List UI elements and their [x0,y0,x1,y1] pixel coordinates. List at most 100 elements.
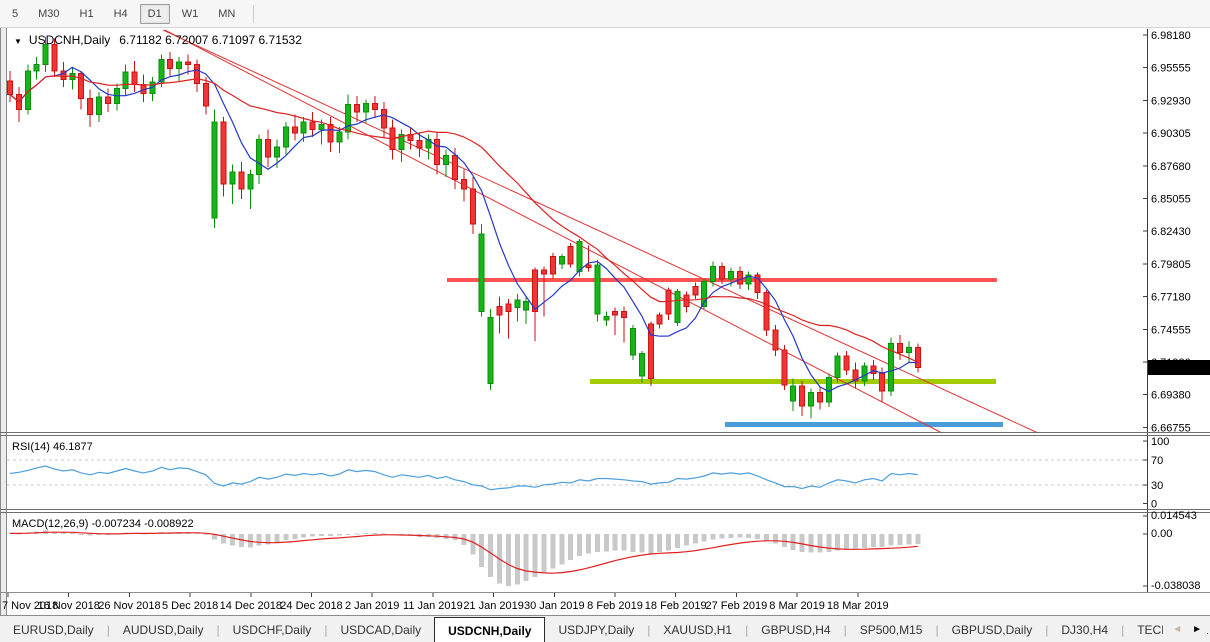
date-tick-label: 2 Jan 2019 [345,600,399,612]
macd-histogram-bar [488,534,494,577]
macd-histogram-bar [861,534,867,548]
macd-histogram-bar [87,534,93,536]
tab-usdchf-daily[interactable]: USDCHF,Daily [220,616,325,642]
tab-gbpusd-h4[interactable]: GBPUSD,H4 [748,616,843,642]
chart-title: ▼ USDCNH,Daily 6.71182 6.72007 6.71097 6.7… [14,33,302,47]
tab-gbpusd-daily[interactable]: GBPUSD,Daily [939,616,1046,642]
candle [834,352,841,383]
chart-tab-bar: EURUSD,Daily | AUDUSD,Daily | USDCHF,Daily | U… [0,615,1210,642]
macd-histogram-bar [844,534,850,550]
macd-histogram-bar [897,534,903,546]
macd-histogram-bar [577,534,583,557]
current-price-badge: 6.71532 [1148,360,1210,375]
tab-dj30-h4[interactable]: DJ30,H4 [1048,616,1121,642]
macd-histogram-bar [301,534,307,538]
toolbar-separator [253,4,255,23]
macd-histogram-bar [701,534,707,542]
tab-eurusd-daily[interactable]: EURUSD,Daily [0,616,107,642]
candle [158,54,165,88]
date-tick-label: 5 Dec 2018 [162,600,218,612]
candle [487,308,494,390]
macd-histogram-bar [675,534,680,548]
macd-histogram-bar [363,532,369,534]
window-left-chrome [0,28,7,615]
macd-histogram-bar [781,534,787,548]
tab-xauusd-h1[interactable]: XAUUSD,H1 [650,616,745,642]
timeframe-button-mn[interactable]: MN [210,4,243,24]
macd-histogram-bar [737,534,743,538]
collapse-icon[interactable]: ▼ [14,37,22,46]
macd-histogram-bar [755,534,761,539]
rsi-tick-label: 100 [1151,436,1169,448]
tab-usdcnh-daily[interactable]: USDCNH,Daily [434,617,546,642]
macd-histogram-bar [345,534,351,535]
macd-histogram-bar [532,534,538,577]
tab-scroll-right-icon[interactable]: ► [1187,624,1207,635]
macd-tick-label: -0.038038 [1151,580,1201,592]
date-tick-label: 27 Feb 2019 [706,600,768,612]
macd-histogram-bar [310,534,316,537]
chart-symbol-period: USDCNH,Daily [29,33,110,47]
tab-sp500-m15[interactable]: SP500,M15 [847,616,936,642]
macd-histogram-bar [799,534,805,552]
macd-histogram-bar [621,534,627,551]
macd-histogram-bar [657,534,663,552]
rsi-label: RSI(14) 46.1877 [12,441,93,453]
macd-histogram-bar [354,533,360,535]
macd-histogram-bar [230,534,235,546]
macd-histogram-bar [808,534,814,553]
timeframe-button-h1[interactable]: H1 [72,4,102,24]
macd-tick-label: 0.00 [1151,528,1172,540]
macd-histogram-bar [746,534,752,538]
macd-histogram-bar [568,534,574,561]
timeframe-button-m30[interactable]: M30 [30,4,67,24]
timeframe-button-5[interactable]: 5 [4,4,26,24]
tab-scroll-nav: ◄ ► [1163,616,1207,642]
macd-histogram-bar [283,534,289,541]
candle [674,288,681,327]
macd-histogram-bar [692,534,698,544]
macd-label: MACD(12,26,9) -0.007234 -0.008922 [12,518,194,530]
price-tick-label: 6.87680 [1151,161,1191,173]
tab-usdcad-daily[interactable]: USDCAD,Daily [327,616,434,642]
macd-histogram-bar [559,534,565,565]
macd-histogram-bar [372,532,378,534]
tab-usdjpy-daily[interactable]: USDJPY,Daily [545,616,647,642]
current-price-value: 6.71532 [1151,363,1191,375]
candle [781,344,788,390]
price-tick-label: 6.90305 [1151,128,1191,140]
price-tick-label: 6.66755 [1151,422,1191,434]
macd-histogram-bar [594,534,600,552]
timeframe-button-d1[interactable]: D1 [139,3,170,24]
chart-canvas[interactable]: 6.98180 6.95555 6.92930 6.90305 6.87680 6.850… [0,28,1210,615]
macd-histogram-bar [586,534,591,554]
rsi-tick-label: 0 [1151,499,1157,511]
macd-histogram-bar [879,534,885,548]
candle [478,224,485,317]
macd-histogram-bar [764,534,769,541]
macd-histogram-bar [683,534,689,546]
candle [630,325,636,360]
price-tick-label: 6.79805 [1151,259,1191,271]
macd-histogram-bar [835,534,841,551]
timeframe-button-h4[interactable]: H4 [106,4,136,24]
date-tick-label: 18 Mar 2019 [827,600,889,612]
price-tick-label: 6.92930 [1151,95,1191,107]
macd-histogram-bar [292,534,298,539]
macd-histogram-bar [550,534,556,569]
macd-histogram-bar [648,534,654,554]
macd-histogram-bar [603,534,609,552]
tab-audusd-daily[interactable]: AUDUSD,Daily [110,616,217,642]
date-tick-label: 18 Feb 2019 [645,600,707,612]
candle [763,290,770,337]
macd-histogram-bar [888,534,894,546]
tab-scroll-left-icon[interactable]: ◄ [1167,624,1187,635]
date-tick-label: 30 Jan 2019 [524,600,585,612]
candle [888,337,895,397]
candle [220,116,227,197]
macd-histogram-bar [203,534,209,535]
macd-histogram-bar [514,534,520,585]
timeframe-button-w1[interactable]: W1 [174,4,207,24]
macd-histogram-bar [817,534,823,553]
price-tick-label: 6.98180 [1151,30,1191,42]
